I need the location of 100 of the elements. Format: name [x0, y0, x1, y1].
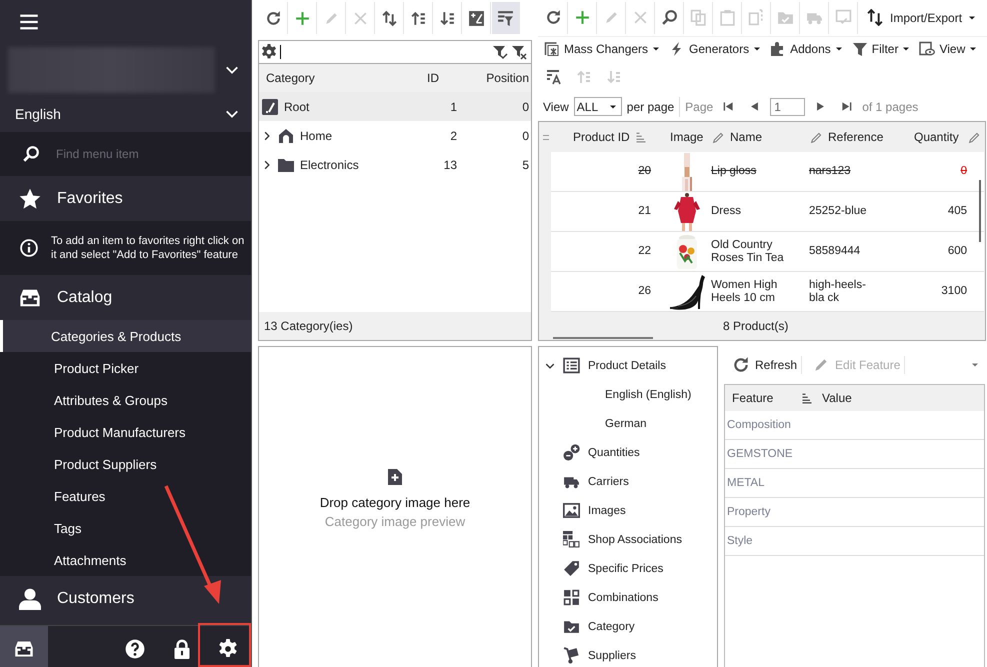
tree-item[interactable]: Product Details: [588, 360, 666, 372]
column-header[interactable]: Name: [712, 130, 810, 144]
tree-item[interactable]: German: [605, 418, 647, 430]
tree-node[interactable]: Root: [284, 100, 310, 114]
menu-button[interactable]: Generators: [669, 41, 762, 58]
pencil-icon: [810, 130, 823, 144]
category-count: 13 Category(ies): [264, 319, 353, 333]
menu-item[interactable]: Tags: [0, 512, 251, 544]
sort-icon: [801, 392, 814, 404]
menu-item[interactable]: Attributes & Groups: [0, 384, 251, 416]
drag-handle-icon[interactable]: [543, 134, 549, 140]
menu-icon: [19, 12, 39, 32]
scrollbar[interactable]: [979, 180, 981, 242]
sort-list-icon: [546, 69, 562, 86]
language-selector[interactable]: English: [0, 96, 251, 132]
settings-icon: [218, 638, 238, 658]
menu-item[interactable]: Categories & Products: [0, 320, 251, 352]
table-cell-text: Lip gloss: [711, 165, 758, 178]
table-cell-text: 0: [521, 128, 530, 142]
table-cell-text: Old Country Roses Tin Tea: [711, 238, 785, 265]
last-icon: [841, 101, 852, 112]
import-export-icon: [867, 9, 884, 26]
table-cell-text: 3100: [940, 285, 967, 298]
import-export-button[interactable]: Import/Export: [859, 2, 980, 34]
table-cell-text: nars123: [809, 165, 852, 178]
column-header[interactable]: ID: [417, 71, 457, 85]
house-icon: [278, 128, 294, 144]
image-icon: [563, 502, 580, 519]
person-icon: [19, 588, 41, 610]
menu-item[interactable]: Features: [0, 480, 251, 512]
first-icon: [723, 101, 734, 112]
table-cell-text: 1: [449, 100, 457, 114]
mass-change-icon: [544, 41, 560, 58]
filter-check-icon: [492, 44, 508, 60]
column-header[interactable]: Category: [259, 71, 417, 85]
column-header[interactable]: Product ID: [555, 130, 660, 144]
menu-item[interactable]: Product Suppliers: [0, 448, 251, 480]
tree-item[interactable]: Suppliers: [588, 650, 636, 662]
menu-item[interactable]: Product Picker: [0, 352, 251, 384]
chevron-down-icon: [545, 360, 555, 370]
pencil-icon: [712, 130, 725, 144]
menu-item[interactable]: Attachments: [0, 544, 251, 576]
column-header[interactable]: Quantity: [902, 130, 968, 144]
move-up-icon: [576, 69, 592, 86]
tree-item[interactable]: Combinations: [588, 592, 658, 604]
grid-blocks-icon: [563, 531, 580, 548]
search-field[interactable]: Find menu item: [54, 146, 228, 162]
menu-item[interactable]: Product Manufacturers: [0, 416, 251, 448]
menu-button[interactable]: Addons: [770, 41, 843, 58]
filter-list-button[interactable]: [492, 2, 520, 34]
search-icon: [661, 9, 678, 26]
tree-item[interactable]: Quantities: [588, 446, 640, 458]
table-cell-text: Women High Heels 10 cm: [711, 278, 778, 305]
tree-item[interactable]: English (English): [605, 388, 692, 400]
archive-box-icon: [14, 638, 34, 658]
caret-icon: [834, 45, 843, 54]
table-cell-text: 600: [946, 245, 967, 258]
table-cell: Property: [727, 506, 770, 518]
tree-item[interactable]: Carriers: [588, 476, 629, 488]
copy-icon: [690, 9, 707, 26]
page-size-dropdown[interactable]: ALL: [574, 97, 622, 116]
tree-node[interactable]: Electronics: [300, 158, 359, 172]
column-header[interactable]: Image: [660, 130, 712, 144]
menu-button[interactable]: Mass Changers: [544, 41, 660, 58]
catalog-item[interactable]: Catalog: [0, 275, 251, 320]
product-count: 8 Product(s): [723, 319, 788, 334]
plus-icon: [574, 9, 591, 26]
prev-icon: [749, 101, 760, 112]
favorites-item[interactable]: Favorites: [0, 176, 251, 221]
search-box[interactable]: Find menu item: [0, 132, 251, 176]
drop-hint: Drop category image here: [320, 495, 470, 510]
tree-item[interactable]: Category: [588, 620, 635, 632]
hint-text: To add an item to favorites right click on it and select "Add to Favorites" feature: [51, 234, 246, 262]
page-label: Page: [685, 100, 714, 114]
hand-truck-icon: [563, 647, 580, 664]
column-header[interactable]: Position: [457, 71, 531, 85]
column-header[interactable]: Value: [822, 391, 852, 405]
tree-item[interactable]: Shop Associations: [588, 534, 682, 546]
customers-item[interactable]: Customers: [0, 576, 251, 621]
chevron-right-icon: [262, 130, 272, 140]
form-check-icon: [835, 9, 852, 26]
table-cell-text: Dress: [711, 205, 742, 218]
table-cell: Style: [727, 535, 753, 547]
archive-box-button[interactable]: [0, 626, 48, 667]
column-header[interactable]: Feature: [725, 391, 822, 405]
caret-icon: [753, 45, 762, 54]
table-cell: METAL: [727, 477, 764, 489]
table-cell-text: 5: [521, 158, 530, 172]
column-header[interactable]: Reference: [810, 130, 902, 144]
filter-list-icon: [497, 10, 514, 26]
menu-button[interactable]: Filter: [852, 41, 910, 58]
sort-icon: [634, 131, 647, 144]
scrollbar[interactable]: [553, 337, 653, 340]
tree-item[interactable]: Specific Prices: [588, 562, 664, 574]
folder-check-icon: [777, 9, 794, 26]
menu-button[interactable]: View: [919, 41, 978, 58]
refresh-button[interactable]: Refresh: [728, 356, 802, 374]
tree-item[interactable]: Images: [588, 504, 626, 516]
tree-node[interactable]: Home: [300, 128, 332, 142]
page-field[interactable]: 1: [770, 98, 806, 116]
